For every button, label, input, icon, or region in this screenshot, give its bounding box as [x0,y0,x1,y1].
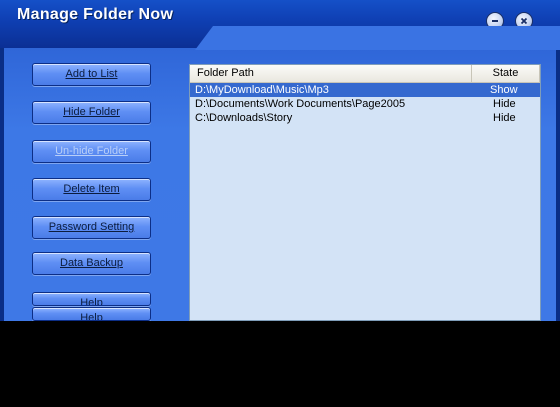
data-backup-button[interactable]: Data Backup [32,252,151,275]
column-state[interactable]: State [472,65,540,82]
hide-folder-button[interactable]: Hide Folder [32,101,151,124]
row-state: Hide [493,112,516,124]
unhide-folder-button[interactable]: Un-hide Folder [32,140,151,163]
title-notch [195,26,560,50]
list-header: Folder Path State [190,65,540,83]
help-button-duplicate[interactable]: Help [32,307,151,321]
password-setting-button[interactable]: Password Setting [32,216,151,239]
delete-item-button[interactable]: Delete Item [32,178,151,201]
column-folder-path[interactable]: Folder Path [190,65,472,82]
row-state: Show [490,84,518,96]
table-row[interactable]: C:\Downloads\Story Hide [190,111,540,125]
add-to-list-button[interactable]: Add to List [32,63,151,86]
list-rows: D:\MyDownload\Music\Mp3 Show D:\Document… [190,83,540,125]
row-state: Hide [493,98,516,110]
table-row[interactable]: D:\MyDownload\Music\Mp3 Show [190,83,540,97]
row-folder-path: D:\MyDownload\Music\Mp3 [195,84,329,96]
row-folder-path: C:\Downloads\Story [195,112,293,124]
app-window: Manage Folder Now Add to List Hide Folde… [0,0,560,321]
help-button[interactable]: Help [32,292,151,306]
table-row[interactable]: D:\Documents\Work Documents\Page2005 Hid… [190,97,540,111]
folder-list[interactable]: Folder Path State D:\MyDownload\Music\Mp… [189,64,541,321]
row-folder-path: D:\Documents\Work Documents\Page2005 [195,98,406,110]
window-title: Manage Folder Now [17,6,174,23]
